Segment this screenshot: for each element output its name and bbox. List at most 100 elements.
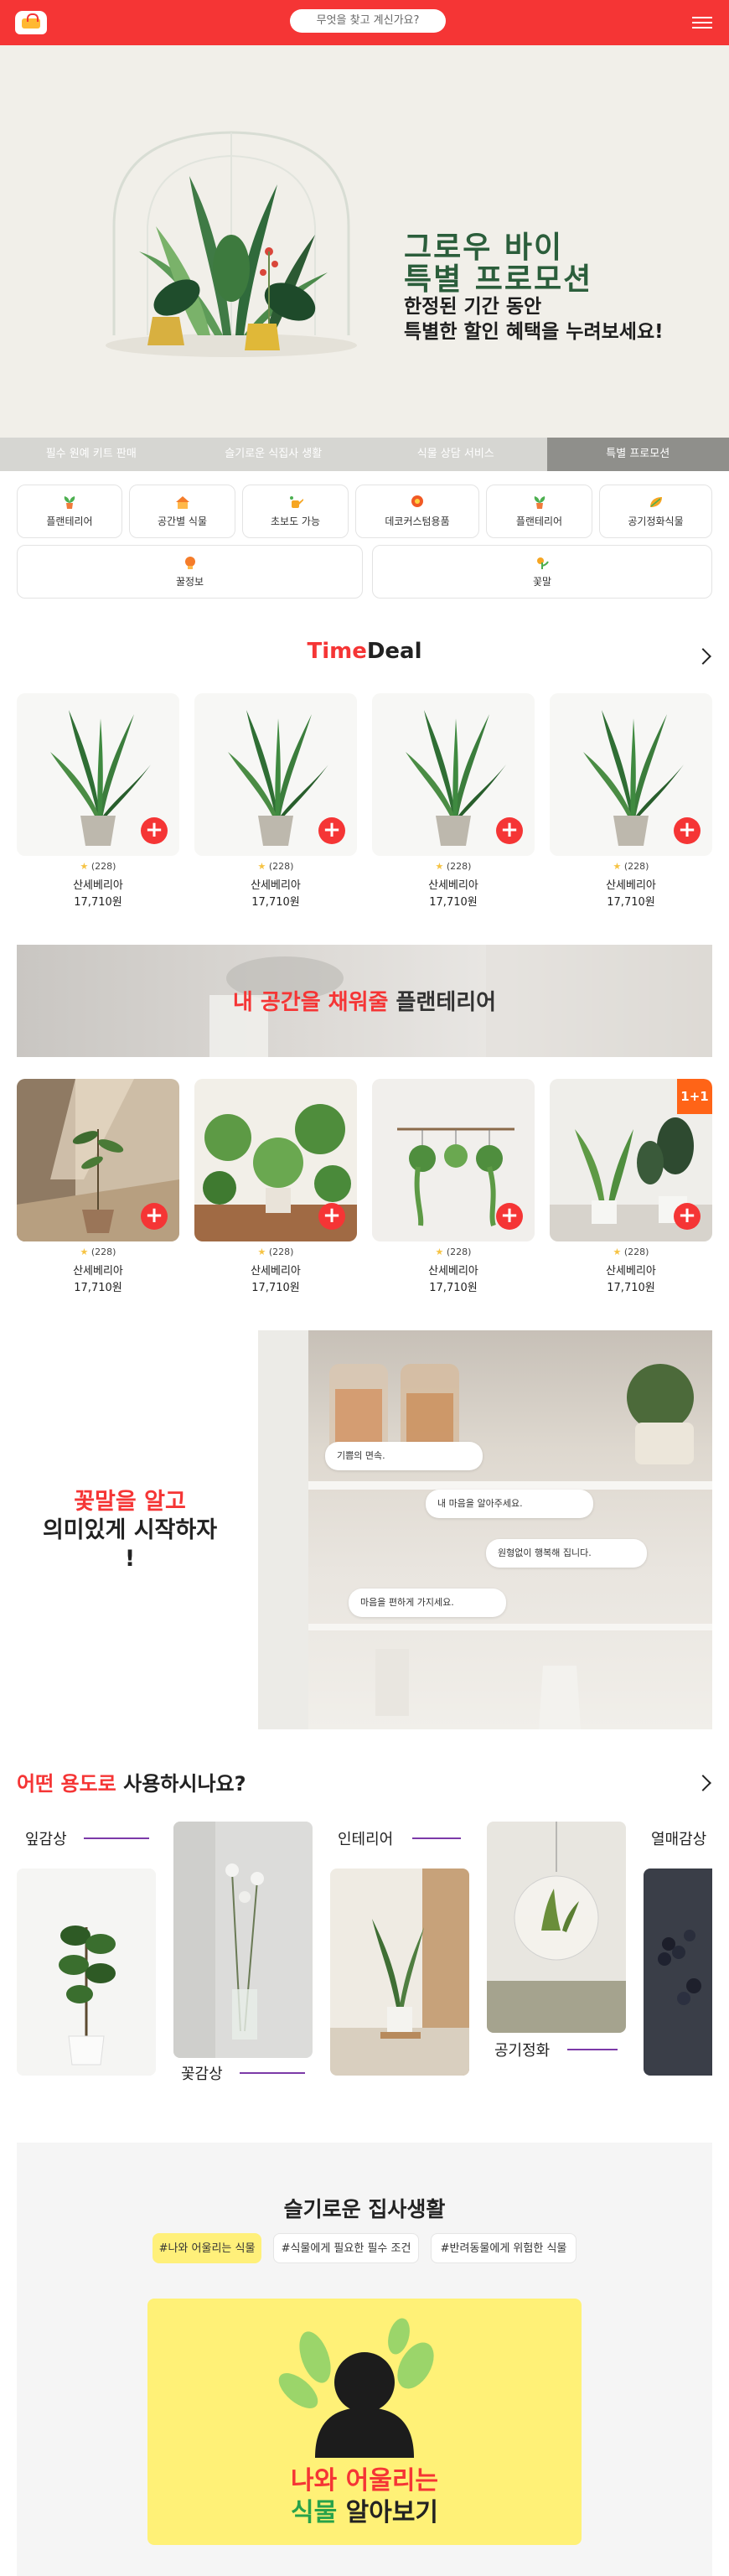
product-name[interactable]: 산세베리아 (372, 876, 535, 892)
category-button-flower-language[interactable]: 꽃말 (372, 545, 712, 599)
category-button-planterior[interactable]: 플랜테리어 (17, 485, 122, 538)
product-card[interactable]: + ★ (228) 산세베리아 17,710원 (17, 1079, 179, 1294)
product-price: 17,710원 (607, 1282, 655, 1294)
category-label: 플랜테리어 (46, 516, 93, 527)
product-card[interactable]: + ★ (228) 산세베리아 17,710원 (194, 1079, 357, 1294)
usage-label[interactable]: 꽃감상 (181, 2062, 223, 2084)
product-image[interactable]: + (194, 693, 357, 856)
speech-bubble: 내 마음을 알아주세요. (426, 1490, 593, 1518)
speech-bubble: 기쁨의 면속. (325, 1442, 483, 1470)
product-name[interactable]: 산세베리아 (550, 876, 712, 892)
house-icon (175, 496, 189, 509)
chip-plant-requirements[interactable]: #식물에게 필요한 필수 조건 (273, 2233, 419, 2263)
category-button-space-plant[interactable]: 공간별 식물 (129, 485, 235, 538)
product-price: 17,710원 (74, 896, 122, 909)
product-rating: ★ (228) (80, 861, 116, 872)
product-price: 17,710원 (429, 1282, 478, 1294)
planterior-banner[interactable]: 내 공간을 채워줄 플랜테리어 (17, 945, 712, 1057)
product-image[interactable]: + (372, 693, 535, 856)
speech-bubble: 마음을 편하게 가지세요. (349, 1589, 506, 1617)
product-rating: ★ (228) (613, 861, 649, 872)
category-label: 초보도 가능 (270, 516, 320, 527)
add-to-cart-button[interactable]: + (141, 1203, 168, 1230)
usage-image-air-purify[interactable] (487, 1822, 626, 2033)
star-icon: ★ (80, 861, 89, 872)
star-icon: ★ (80, 1247, 89, 1257)
tab-plant-consult[interactable]: 식물 상담 서비스 (364, 438, 547, 471)
product-image[interactable]: + (372, 1079, 535, 1241)
tab-gardening-kit[interactable]: 필수 원예 키트 판매 (0, 438, 183, 471)
card-title-line2: 식물 알아보기 (290, 2498, 439, 2527)
chevron-right-icon[interactable] (695, 1775, 711, 1791)
headline-line3: ! (124, 1546, 136, 1572)
top-bar: 무엇을 찾고 계신가요? (0, 0, 729, 45)
usage-underline (84, 1837, 149, 1839)
flower-icon (537, 557, 549, 569)
usage-image-foliage[interactable] (17, 1869, 156, 2076)
usage-label[interactable]: 잎감상 (25, 1827, 67, 1849)
find-matching-plant-card[interactable]: 나와 어울리는 식물 알아보기 (147, 2299, 582, 2545)
usage-label[interactable]: 공기정화 (494, 2039, 550, 2060)
product-image[interactable]: + (17, 693, 179, 856)
section-title-smart-life: 슬기로운 집사생활 (283, 2197, 446, 2221)
product-image[interactable]: + (550, 693, 712, 856)
product-image[interactable]: 1+1 + (550, 1079, 712, 1241)
category-button-tips[interactable]: 꿀정보 (17, 545, 363, 599)
search-input[interactable]: 무엇을 찾고 계신가요? (290, 9, 446, 33)
chip-matching-plant[interactable]: #나와 어울리는 식물 (153, 2233, 261, 2263)
product-rating: ★ (228) (257, 1247, 294, 1257)
tab-plant-life[interactable]: 슬기로운 식집사 생활 (182, 438, 364, 471)
hamburger-menu-icon[interactable] (692, 13, 712, 30)
usage-label[interactable]: 인테리어 (338, 1827, 393, 1849)
product-name[interactable]: 산세베리아 (194, 1262, 357, 1278)
section-title-timedeal: TimeDeal (307, 639, 422, 664)
add-to-cart-button[interactable]: + (318, 817, 345, 844)
category-button-deco-custom[interactable]: 데코커스텀용품 (355, 485, 479, 538)
kitchen-shelf-photo[interactable]: 기쁨의 면속. 내 마음을 알아주세요. 원형없이 행복해 집니다. 마음을 편… (258, 1330, 712, 1729)
product-card[interactable]: + ★ (228) 산세베리아 17,710원 (372, 1079, 535, 1294)
product-image[interactable]: + (194, 1079, 357, 1241)
hero-subtitle-line1: 한정된 기간 동안 (404, 296, 542, 318)
category-label: 꿀정보 (175, 576, 204, 588)
usage-underline (567, 2049, 618, 2050)
plant-icon (534, 496, 545, 509)
logo-icon[interactable] (15, 11, 47, 34)
headline-line2: 의미있게 시작하자 (42, 1517, 218, 1543)
add-to-cart-button[interactable]: + (674, 817, 701, 844)
star-icon: ★ (435, 861, 444, 872)
smart-life-section: 슬기로운 집사생활 #나와 어울리는 식물 #식물에게 필요한 필수 조건 #반… (17, 2143, 712, 2576)
product-card[interactable]: + ★ (228) 산세베리아 17,710원 (194, 693, 357, 909)
pot-icon (411, 495, 423, 507)
product-name[interactable]: 산세베리아 (17, 1262, 179, 1278)
add-to-cart-button[interactable]: + (674, 1203, 701, 1230)
add-to-cart-button[interactable]: + (496, 1203, 523, 1230)
usage-image-flower[interactable] (173, 1822, 313, 2058)
lightbulb-icon (184, 557, 195, 569)
usage-image-interior[interactable] (330, 1869, 469, 2076)
product-rating: ★ (228) (80, 1247, 116, 1257)
product-rating: ★ (228) (435, 861, 472, 872)
product-name[interactable]: 산세베리아 (550, 1262, 712, 1278)
category-button-beginner[interactable]: 초보도 가능 (242, 485, 349, 538)
chip-pet-danger-plant[interactable]: #반려동물에게 위험한 식물 (431, 2233, 576, 2263)
add-to-cart-button[interactable]: + (318, 1203, 345, 1230)
product-name[interactable]: 산세베리아 (372, 1262, 535, 1278)
add-to-cart-button[interactable]: + (496, 817, 523, 844)
product-card[interactable]: + ★ (228) 산세베리아 17,710원 (372, 693, 535, 909)
product-price: 17,710원 (429, 896, 478, 909)
tab-special-promotion[interactable]: 특별 프로모션 (546, 438, 729, 471)
usage-image-fruit[interactable] (644, 1869, 712, 2076)
category-button-air-purifying[interactable]: 공기정화식물 (599, 485, 712, 538)
product-card[interactable]: 1+1 + ★ (228) 산세베리아 17,710원 (550, 1079, 712, 1294)
usage-label[interactable]: 열매감상 (651, 1827, 706, 1849)
add-to-cart-button[interactable]: + (141, 817, 168, 844)
product-card[interactable]: + ★ (228) 산세베리아 17,710원 (17, 693, 179, 909)
promo-badge: 1+1 (677, 1079, 712, 1114)
product-name[interactable]: 산세베리아 (194, 876, 357, 892)
category-button-planterior-2[interactable]: 플랜테리어 (486, 485, 592, 538)
flower-language-headline: 꽃말을 알고 의미있게 시작하자 ! (17, 1488, 243, 1573)
product-name[interactable]: 산세베리아 (17, 876, 179, 892)
hero-banner[interactable]: 그로우 바이 특별 프로모션 한정된 기간 동안 특별한 할인 혜택을 누려보세… (0, 45, 729, 438)
product-image[interactable]: + (17, 1079, 179, 1241)
product-card[interactable]: + ★ (228) 산세베리아 17,710원 (550, 693, 712, 909)
